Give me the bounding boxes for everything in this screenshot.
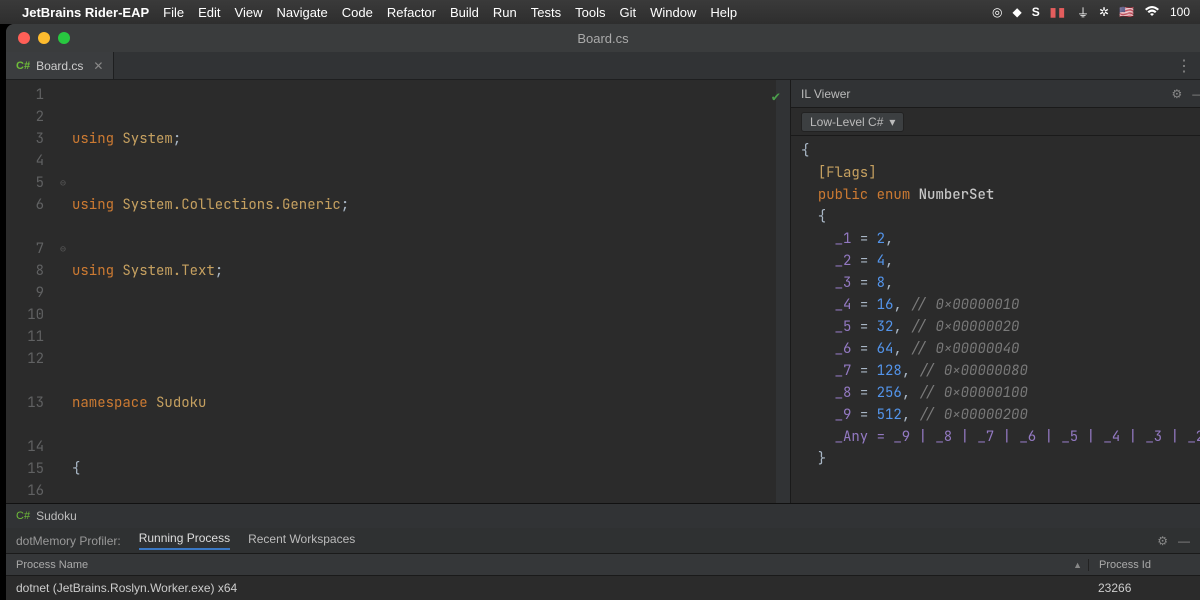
sort-asc-icon[interactable]: ▲ <box>1073 560 1082 570</box>
chevron-down-icon: ▾ <box>889 115 895 129</box>
tray-circle-icon[interactable]: ◎ <box>992 5 1002 19</box>
col-process-name[interactable]: Process Name▲ <box>6 559 1088 571</box>
tray-pause-icon[interactable]: ▮▮ <box>1050 5 1067 19</box>
il-viewer-header: IL Viewer ⚙ — <box>791 80 1200 108</box>
profiler-toolbar: dotMemory Profiler: Running Process Rece… <box>6 528 1200 554</box>
gear-icon[interactable]: ⚙ <box>1171 87 1182 101</box>
menu-run[interactable]: Run <box>493 5 517 20</box>
profiler-label: dotMemory Profiler: <box>16 534 121 548</box>
il-viewer-panel: IL Viewer ⚙ — Low-Level C#▾ { [Flags] pu… <box>790 80 1200 503</box>
tab-board-cs[interactable]: C# Board.cs ✕ <box>6 52 114 79</box>
tray-flag-icon[interactable]: 🇺🇸 <box>1119 5 1134 19</box>
editor-tab-actions[interactable]: ⋮ <box>1176 56 1200 76</box>
il-viewer-title: IL Viewer <box>801 87 850 101</box>
tab-label: Board.cs <box>36 59 83 73</box>
app-name[interactable]: JetBrains Rider-EAP <box>22 5 149 20</box>
il-mode-bar: Low-Level C#▾ <box>791 108 1200 136</box>
window-titlebar: Board.cs <box>6 24 1200 52</box>
close-tab-icon[interactable]: ✕ <box>93 59 103 73</box>
process-name-cell: dotnet (JetBrains.Roslyn.Worker.exe) x64 <box>6 581 1088 595</box>
tab-recent-workspaces[interactable]: Recent Workspaces <box>248 532 355 549</box>
process-row[interactable]: dotnet (JetBrains.Roslyn.Worker.exe) x64… <box>6 576 1200 600</box>
menu-help[interactable]: Help <box>710 5 737 20</box>
main-split: ✔ 12345678910111213141516 ⊖⊖ using Syste… <box>6 80 1200 503</box>
col-process-id[interactable]: Process Id <box>1088 559 1200 571</box>
menu-code[interactable]: Code <box>342 5 373 20</box>
menu-tests[interactable]: Tests <box>531 5 561 20</box>
tab-running-process[interactable]: Running Process <box>139 531 230 550</box>
editor-scrollbar[interactable] <box>776 80 790 503</box>
tray-display-icon[interactable]: ⏚ <box>1077 4 1089 21</box>
menu-git[interactable]: Git <box>619 5 636 20</box>
gear-icon[interactable]: ⚙ <box>1157 534 1168 548</box>
fold-gutter: ⊖⊖ <box>54 80 72 503</box>
profiler-panel: C# Sudoku dotMemory Profiler: Running Pr… <box>6 503 1200 600</box>
csharp-project-icon: C# <box>16 510 30 522</box>
menu-navigate[interactable]: Navigate <box>276 5 327 20</box>
minimize-panel-icon[interactable]: — <box>1178 534 1190 548</box>
tray-wifi-icon[interactable] <box>1144 5 1160 20</box>
il-mode-dropdown[interactable]: Low-Level C#▾ <box>801 112 904 132</box>
code-editor[interactable]: ✔ 12345678910111213141516 ⊖⊖ using Syste… <box>6 80 790 503</box>
menubar-tray: ◎ ◆ S ▮▮ ⏚ ✲ 🇺🇸 100 <box>992 4 1190 21</box>
menu-file[interactable]: File <box>163 5 184 20</box>
line-number-gutter: 12345678910111213141516 <box>6 80 54 503</box>
profiler-tab[interactable]: C# Sudoku <box>6 504 1200 528</box>
process-id-cell: 23266 <box>1088 581 1200 595</box>
macos-menubar: JetBrains Rider-EAP File Edit View Navig… <box>0 0 1200 24</box>
editor-tabs: C# Board.cs ✕ ⋮ <box>6 52 1200 80</box>
menu-window[interactable]: Window <box>650 5 696 20</box>
tray-diamond-icon[interactable]: ◆ <box>1012 5 1021 19</box>
tray-battery[interactable]: 100 <box>1170 5 1190 19</box>
tray-s-icon[interactable]: S <box>1032 5 1040 19</box>
tray-bluetooth-icon[interactable]: ✲ <box>1099 5 1109 19</box>
csharp-file-icon: C# <box>16 60 30 72</box>
ide-window: Board.cs C# Board.cs ✕ ⋮ ✔ 1234567891011… <box>6 24 1200 600</box>
menu-build[interactable]: Build <box>450 5 479 20</box>
il-viewer-column: IL Viewer ⚙ — Low-Level C#▾ { [Flags] pu… <box>790 80 1200 503</box>
menu-edit[interactable]: Edit <box>198 5 220 20</box>
code-area[interactable]: using System; using System.Collections.G… <box>72 80 776 503</box>
minimize-panel-icon[interactable]: — <box>1192 87 1200 101</box>
menu-refactor[interactable]: Refactor <box>387 5 436 20</box>
window-title: Board.cs <box>6 31 1200 46</box>
inspection-ok-icon[interactable]: ✔ <box>772 86 780 108</box>
il-code-area[interactable]: { [Flags] public enum NumberSet { _1 = 2… <box>791 136 1200 503</box>
menu-tools[interactable]: Tools <box>575 5 605 20</box>
profiler-columns: Process Name▲ Process Id <box>6 554 1200 576</box>
menu-view[interactable]: View <box>235 5 263 20</box>
